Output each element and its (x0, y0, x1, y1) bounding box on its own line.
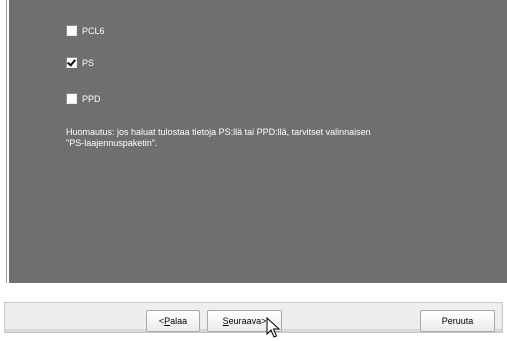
next-label-rest: euraava (228, 316, 262, 326)
ppd-label: PPD (82, 93, 101, 104)
ppd-checkbox[interactable] (66, 93, 77, 104)
option-ppd[interactable]: PPD (66, 93, 101, 104)
left-divider (6, 0, 7, 283)
cancel-label: Peruuta (441, 316, 474, 326)
ps-checkbox[interactable] (66, 57, 77, 68)
back-button[interactable]: < Palaa (146, 310, 200, 332)
back-label-rest: alaa (170, 316, 188, 326)
pcl6-checkbox[interactable] (66, 25, 77, 36)
option-ps[interactable]: PS (66, 57, 94, 68)
mouse-pointer-icon (266, 317, 280, 338)
ps-label: PS (82, 57, 95, 68)
pcl6-label: PCL6 (82, 25, 105, 36)
option-pcl6[interactable]: PCL6 (66, 25, 105, 36)
note-line-1: Huomautus: jos haluat tulostaa tietoja P… (66, 127, 371, 137)
note-line-2: "PS-laajennuspaketin". (66, 138, 158, 148)
cancel-button[interactable]: Peruuta (420, 310, 495, 332)
note-text: Huomautus: jos haluat tulostaa tietoja P… (66, 127, 466, 149)
